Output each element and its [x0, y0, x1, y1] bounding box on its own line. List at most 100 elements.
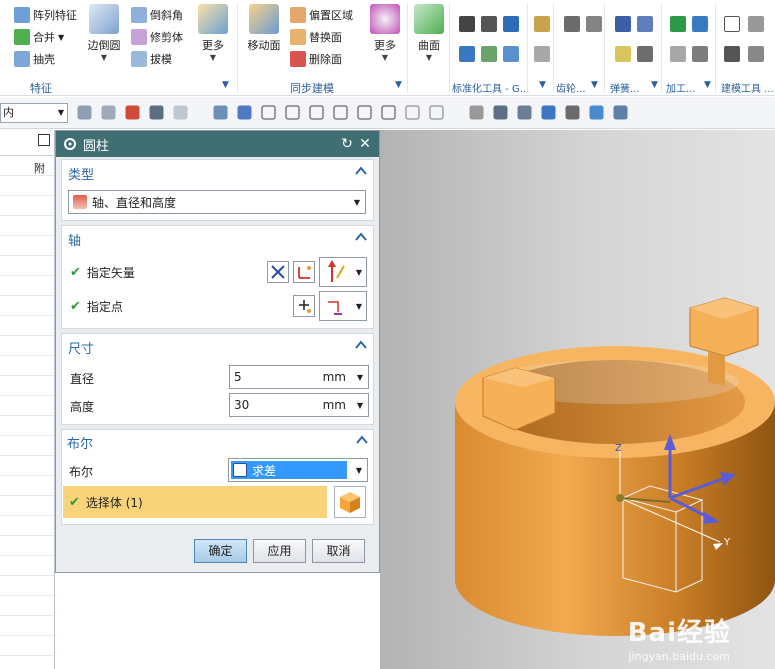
gear-tool-icon[interactable]: [586, 16, 602, 32]
unite-button[interactable]: 合并 ▼: [14, 28, 64, 46]
navigator-row[interactable]: [0, 236, 54, 256]
navigator-row[interactable]: [0, 356, 54, 376]
sync-group-expand-icon[interactable]: ▼: [395, 80, 402, 90]
toolbar-tool-icon[interactable]: [429, 105, 444, 120]
navigator-row[interactable]: [0, 596, 54, 616]
spring-tool-icon[interactable]: [615, 46, 631, 62]
modeling-tool-icon[interactable]: [724, 46, 740, 62]
toolbar-tool-icon[interactable]: [261, 105, 276, 120]
edge-blend-button[interactable]: 边倒圆 ▼: [84, 4, 124, 62]
draft-button[interactable]: 拔模: [131, 50, 172, 68]
navigator-row[interactable]: [0, 396, 54, 416]
navigator-row[interactable]: [0, 536, 54, 556]
navigator-row[interactable]: [0, 336, 54, 356]
boolean-section-header[interactable]: 布尔: [61, 429, 374, 455]
standard-tool-icon[interactable]: [503, 46, 519, 62]
machining-tool-icon[interactable]: [692, 16, 708, 32]
navigator-row[interactable]: [0, 376, 54, 396]
toolbar-tool-icon[interactable]: [101, 105, 116, 120]
toolbar-tool-icon[interactable]: [125, 105, 140, 120]
navigator-row[interactable]: [0, 496, 54, 516]
tool-icon[interactable]: [534, 16, 550, 32]
navigator-row[interactable]: [0, 416, 54, 436]
type-select[interactable]: 轴、直径和高度 ▼: [68, 190, 366, 214]
modeling-tool-icon[interactable]: [748, 16, 764, 32]
chevron-down-icon[interactable]: ▼: [357, 401, 363, 410]
machining-tool-icon[interactable]: [692, 46, 708, 62]
standard-tools-expand-icon[interactable]: ▼: [539, 80, 546, 90]
height-input[interactable]: 30 mm ▼: [229, 393, 369, 417]
delete-face-button[interactable]: 删除面: [290, 50, 342, 68]
sync-more-button[interactable]: 更多 ▼: [368, 4, 402, 62]
navigator-row[interactable]: [0, 616, 54, 636]
point-type-select[interactable]: ▼: [319, 291, 367, 321]
standard-tool-icon[interactable]: [481, 46, 497, 62]
navigator-row[interactable]: [0, 556, 54, 576]
navigator-row[interactable]: [0, 516, 54, 536]
toolbar-tool-icon[interactable]: [309, 105, 324, 120]
cancel-button[interactable]: 取消: [312, 539, 365, 563]
toolbar-tool-icon[interactable]: [357, 105, 372, 120]
replace-face-button[interactable]: 替换面: [290, 28, 342, 46]
toolbar-tool-icon[interactable]: [589, 105, 604, 120]
check-tool-icon[interactable]: [670, 16, 686, 32]
gear-tool-icon[interactable]: [564, 16, 580, 32]
tool-icon[interactable]: [534, 46, 550, 62]
selection-scope-select[interactable]: 内 ▼: [0, 103, 68, 123]
toolbar-tool-icon[interactable]: [541, 105, 556, 120]
diameter-input[interactable]: 5 mm ▼: [229, 365, 369, 389]
vector-type-select[interactable]: ▼: [319, 257, 367, 287]
toolbar-tool-icon[interactable]: [565, 105, 580, 120]
trim-body-button[interactable]: 修剪体: [131, 28, 183, 46]
reset-icon[interactable]: ↻: [339, 136, 355, 152]
toolbar-tool-icon[interactable]: [517, 105, 532, 120]
gear-group-expand-icon[interactable]: ▼: [591, 80, 598, 90]
navigator-row[interactable]: [0, 176, 54, 196]
navigator-row[interactable]: [0, 276, 54, 296]
toolbar-tool-icon[interactable]: [237, 105, 252, 120]
reverse-direction-button[interactable]: [267, 261, 289, 283]
dialog-title-bar[interactable]: 圆柱 ↻ ✕: [56, 131, 379, 157]
dimensions-section-header[interactable]: 尺寸: [62, 334, 373, 360]
apply-button[interactable]: 应用: [253, 539, 306, 563]
navigator-row[interactable]: [0, 316, 54, 336]
modeling-tool-icon[interactable]: [748, 46, 764, 62]
spring-tool-icon[interactable]: [637, 16, 653, 32]
toolbar-tool-icon[interactable]: [213, 105, 228, 120]
toolbar-tool-icon[interactable]: [493, 105, 508, 120]
navigator-row[interactable]: [0, 576, 54, 596]
maximize-icon[interactable]: [38, 134, 50, 146]
chamfer-button[interactable]: 倒斜角: [131, 6, 183, 24]
pattern-feature-button[interactable]: 阵列特征: [14, 6, 77, 24]
type-section-header[interactable]: 类型: [62, 160, 373, 186]
vector-dialog-button[interactable]: [293, 261, 315, 283]
navigator-row[interactable]: [0, 156, 54, 176]
boolean-select[interactable]: 求差 ▼: [228, 458, 368, 482]
standard-tool-icon[interactable]: [459, 16, 475, 32]
surface-button[interactable]: 曲面 ▼: [412, 4, 446, 62]
machining-tool-icon[interactable]: [670, 46, 686, 62]
navigator-row[interactable]: [0, 296, 54, 316]
navigator-row[interactable]: [0, 436, 54, 456]
spring-tool-icon[interactable]: [615, 16, 631, 32]
toolbar-tool-icon[interactable]: [285, 105, 300, 120]
navigator-row[interactable]: [0, 216, 54, 236]
select-body-row[interactable]: ✔ 选择体 (1): [63, 486, 327, 518]
close-icon[interactable]: ✕: [357, 136, 373, 152]
spring-tool-icon[interactable]: [637, 46, 653, 62]
toolbar-icons[interactable]: [70, 97, 775, 129]
triangle-tool-icon[interactable]: [724, 16, 740, 32]
point-dialog-button[interactable]: [293, 295, 315, 317]
edge-blend-dropdown-icon[interactable]: ▼: [84, 53, 124, 62]
unite-dropdown-icon[interactable]: ▼: [58, 33, 64, 42]
spring-group-expand-icon[interactable]: ▼: [651, 80, 658, 90]
graphics-viewport[interactable]: Z Y Bai经验 jingyan.baidu.com: [380, 130, 775, 669]
feature-more-button[interactable]: 更多 ▼: [196, 4, 230, 62]
select-body-button[interactable]: [334, 486, 366, 518]
feature-group-expand-icon[interactable]: ▼: [222, 80, 229, 90]
navigator-row[interactable]: [0, 476, 54, 496]
toolbar-tool-icon[interactable]: [469, 105, 484, 120]
toolbar-tool-icon[interactable]: [613, 105, 628, 120]
ok-button[interactable]: 确定: [194, 539, 247, 563]
navigator-row[interactable]: [0, 636, 54, 656]
